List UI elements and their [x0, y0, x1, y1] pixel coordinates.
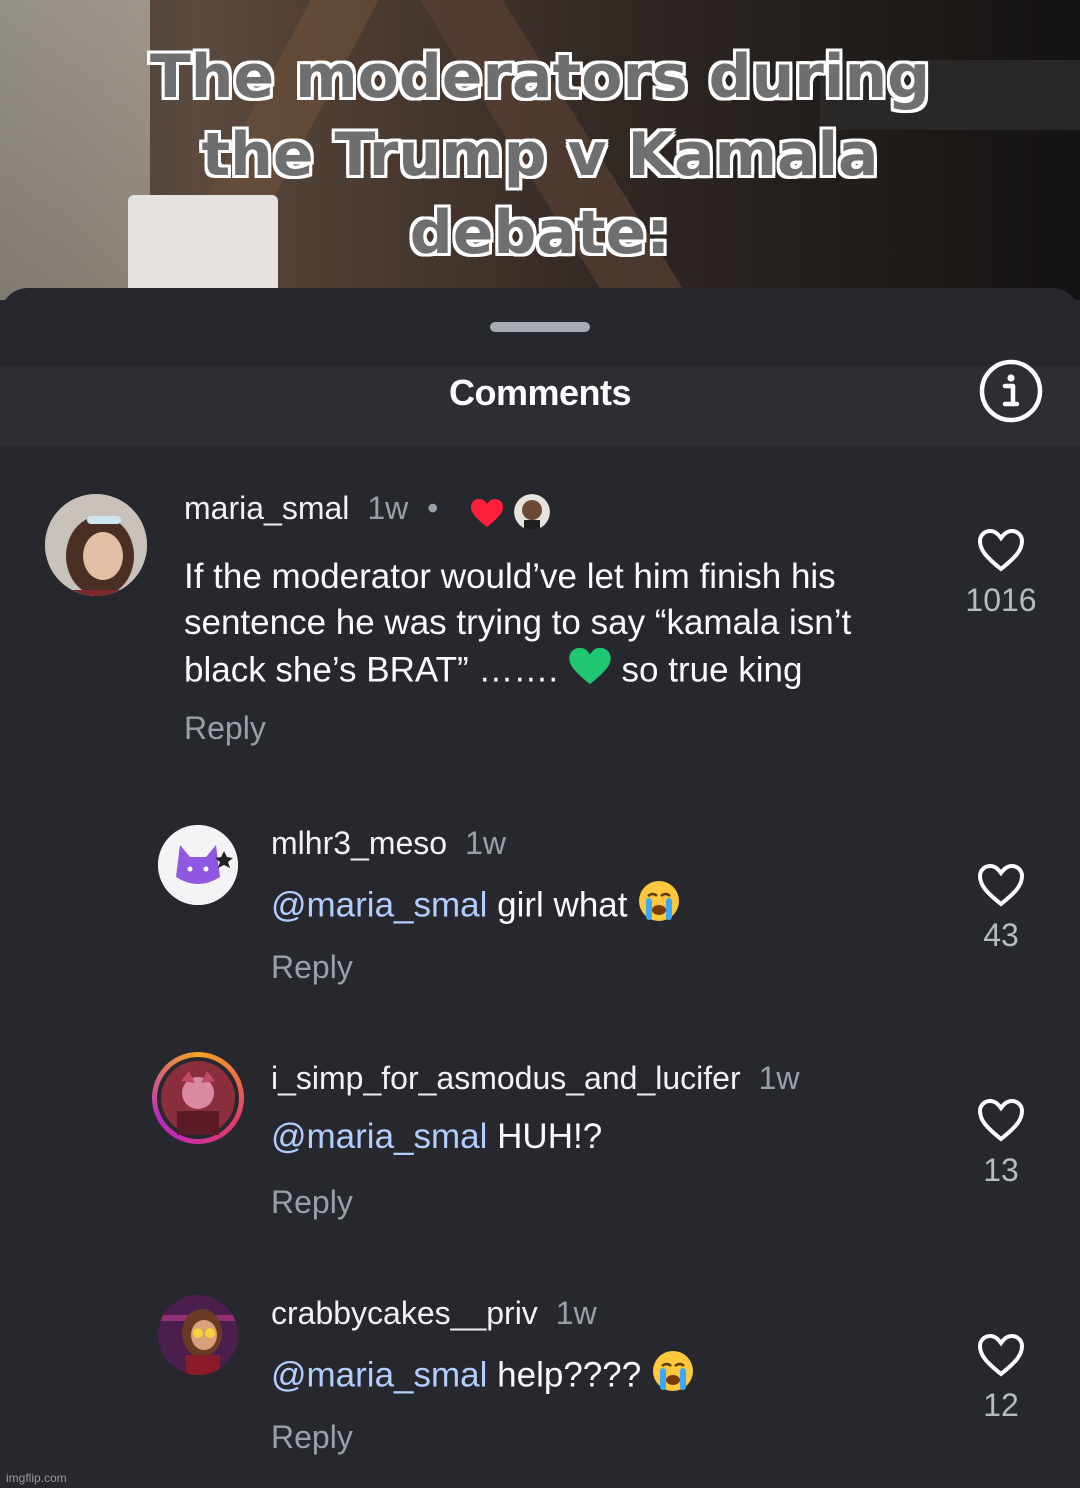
video-background: The moderators during the Trump v Kamala…: [0, 0, 1080, 300]
creator-avatar: [514, 494, 550, 530]
comment-username[interactable]: i_simp_for_asmodus_and_lucifer 1w: [271, 1060, 800, 1097]
like-count: 43: [983, 917, 1019, 953]
comment-text-tail: so true king: [611, 650, 803, 690]
comment-reply-item: i_simp_for_asmodus_and_lucifer 1w @maria_…: [0, 1048, 1080, 1248]
comment-text-body: girl what: [487, 885, 638, 925]
loudly-crying-face-emoji: [637, 879, 681, 935]
reply-button[interactable]: Reply: [271, 1184, 353, 1221]
like-heart-icon[interactable]: [977, 863, 1025, 907]
comments-sheet: Comments maria_smal 1w • If the moderato…: [0, 288, 1080, 1488]
comment-username[interactable]: maria_smal 1w •: [184, 490, 438, 527]
like-heart-icon[interactable]: [977, 1098, 1025, 1142]
like-heart-icon[interactable]: [977, 1333, 1025, 1377]
comment-time: 1w: [758, 1060, 800, 1096]
watermark: imgflip.com: [6, 1471, 67, 1485]
separator-dot: •: [427, 490, 439, 526]
comment-text-body: help????: [487, 1355, 651, 1395]
username-text[interactable]: crabbycakes__priv: [271, 1295, 538, 1331]
comment-time: 1w: [367, 490, 409, 526]
mention-link[interactable]: @maria_smal: [271, 1117, 487, 1156]
username-text[interactable]: mlhr3_meso: [271, 825, 447, 861]
reply-button[interactable]: Reply: [271, 949, 353, 986]
reply-button[interactable]: Reply: [184, 710, 266, 747]
comment-item: maria_smal 1w • If the moderator would’ve…: [0, 478, 1080, 758]
like-count: 1016: [965, 582, 1037, 618]
comment-reply-item: crabbycakes__priv 1w @maria_smal help????…: [0, 1283, 1080, 1483]
comment-text-body: HUH!?: [487, 1117, 603, 1156]
like-count: 12: [983, 1387, 1019, 1423]
comment-text: @maria_smal help????: [271, 1349, 931, 1405]
red-heart-icon: [471, 499, 503, 527]
caption-line: The moderators during: [149, 42, 931, 112]
avatar[interactable]: [152, 1052, 244, 1144]
info-icon[interactable]: [978, 358, 1044, 424]
caption-line: the Trump v Kamala: [201, 120, 879, 190]
like-heart-icon[interactable]: [977, 528, 1025, 572]
loudly-crying-face-emoji: [651, 1349, 695, 1405]
comment-username[interactable]: mlhr3_meso 1w: [271, 825, 506, 862]
comment-reply-item: mlhr3_meso 1w @maria_smal girl what Reply…: [0, 813, 1080, 1013]
comment-text: If the moderator would’ve let him finish…: [184, 554, 934, 698]
mention-link[interactable]: @maria_smal: [271, 885, 487, 924]
username-text[interactable]: maria_smal: [184, 490, 349, 526]
caption-line: debate:: [409, 198, 671, 268]
green-heart-emoji: [568, 646, 612, 698]
sheet-title: Comments: [448, 372, 632, 413]
comment-text: @maria_smal girl what: [271, 879, 931, 935]
like-count: 13: [983, 1152, 1019, 1188]
reply-button[interactable]: Reply: [271, 1419, 353, 1456]
avatar[interactable]: [45, 494, 147, 596]
avatar[interactable]: [158, 1295, 238, 1375]
username-text[interactable]: i_simp_for_asmodus_and_lucifer: [271, 1060, 741, 1096]
avatar[interactable]: [158, 825, 238, 905]
mention-link[interactable]: @maria_smal: [271, 1355, 487, 1394]
comment-time: 1w: [465, 825, 506, 861]
comment-time: 1w: [555, 1295, 597, 1331]
comment-text: @maria_smal HUH!?: [271, 1114, 931, 1160]
video-caption: The moderators during the Trump v Kamala…: [0, 38, 1080, 272]
drag-handle[interactable]: [490, 322, 590, 332]
comment-username[interactable]: crabbycakes__priv 1w: [271, 1295, 597, 1332]
